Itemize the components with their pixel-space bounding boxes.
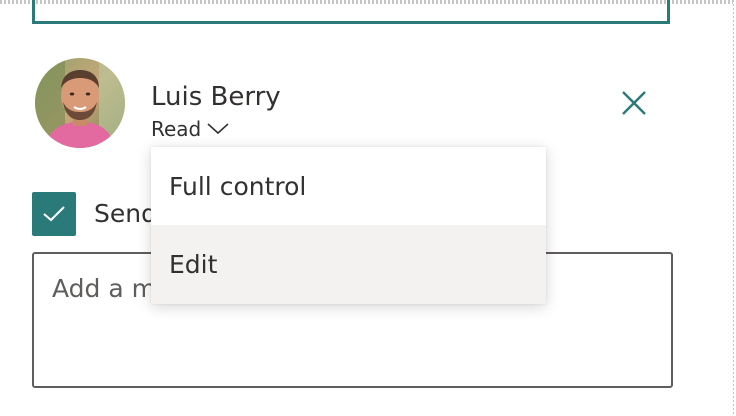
previous-input-field[interactable] (32, 0, 670, 24)
send-email-checkbox[interactable] (32, 192, 76, 236)
check-icon (43, 206, 65, 222)
avatar (35, 58, 125, 148)
person-name: Luis Berry (151, 82, 281, 112)
menu-item-full-control[interactable]: Full control (151, 147, 546, 225)
menu-item-edit[interactable]: Edit (151, 225, 546, 304)
send-email-label: Send (94, 199, 154, 228)
permission-dropdown[interactable]: Read (151, 116, 230, 142)
close-icon (622, 91, 646, 115)
chevron-down-icon (206, 122, 230, 136)
frame-right-edge (733, 0, 734, 416)
permission-label: Read (151, 117, 202, 141)
permission-menu: Full control Edit (151, 147, 546, 304)
remove-person-button[interactable] (614, 83, 654, 123)
avatar-photo (35, 58, 125, 148)
